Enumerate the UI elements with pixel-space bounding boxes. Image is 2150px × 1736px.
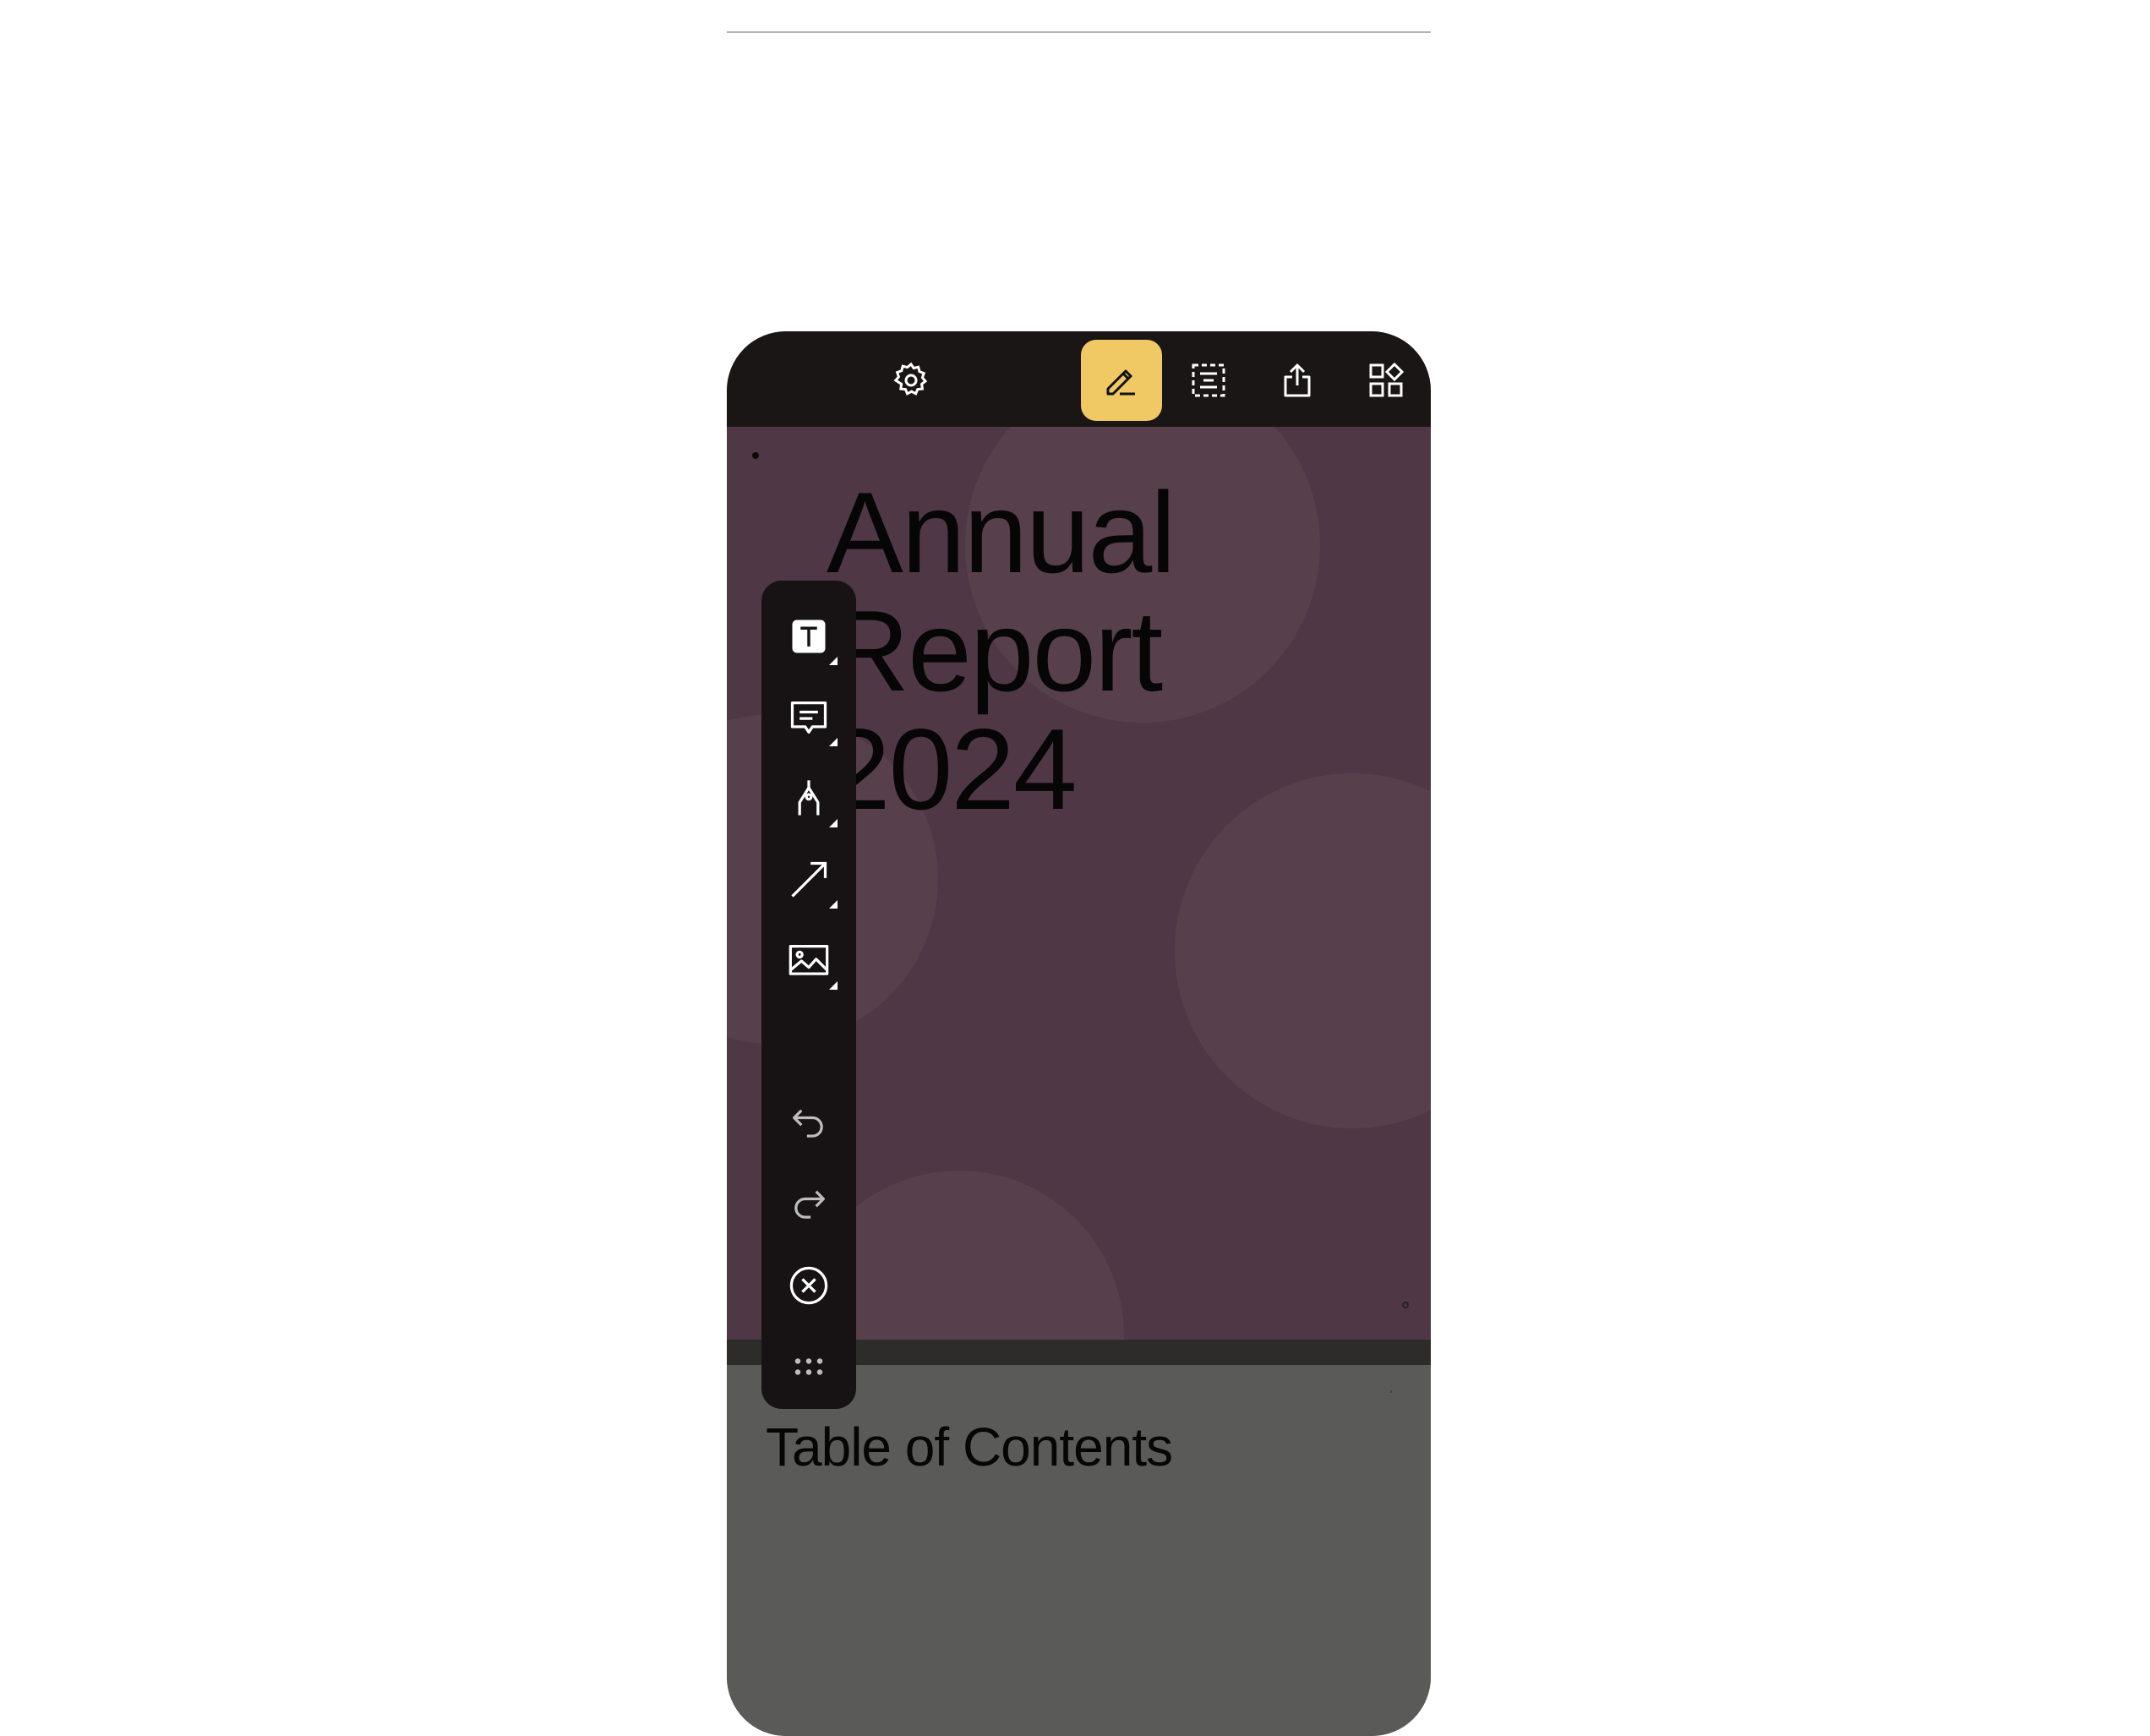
- text-selection-icon: [1192, 363, 1225, 397]
- close-toolbar-button[interactable]: [777, 1253, 841, 1318]
- cover-title: Annual Report 2024: [827, 468, 1176, 833]
- pencil-icon: [1106, 369, 1135, 396]
- image-icon: [789, 945, 829, 975]
- submenu-indicator: [829, 738, 838, 746]
- redo-button[interactable]: [777, 1172, 841, 1236]
- image-tool-button[interactable]: [777, 929, 841, 993]
- annotation-toolbar: [761, 581, 856, 1409]
- settings-button[interactable]: [870, 340, 952, 421]
- page-marker-dot: [752, 452, 759, 459]
- undo-button[interactable]: [777, 1091, 841, 1155]
- share-button[interactable]: [1257, 340, 1338, 421]
- contents-page: ᵌ Table of Contents: [727, 1365, 1431, 1736]
- submenu-indicator: [829, 981, 838, 990]
- page-mark: ᵌ: [1389, 1389, 1392, 1396]
- pen-tool-icon: [798, 780, 820, 816]
- title-line: Report: [827, 587, 1163, 715]
- drag-handle-icon: [794, 1358, 823, 1375]
- thumbnails-icon: [1369, 362, 1405, 397]
- submenu-indicator: [829, 819, 838, 827]
- contents-heading: Table of Contents: [766, 1417, 1173, 1477]
- submenu-indicator: [829, 900, 838, 909]
- text-tool-icon: [792, 620, 826, 653]
- top-divider: [727, 31, 1431, 33]
- title-line: Annual: [827, 468, 1176, 597]
- comment-icon: [790, 701, 827, 734]
- share-icon: [1284, 363, 1311, 397]
- title-line: 2024: [827, 705, 1078, 833]
- text-tool-button[interactable]: [777, 604, 841, 669]
- thumbnails-button[interactable]: [1345, 340, 1427, 421]
- annotate-button[interactable]: [1081, 340, 1162, 421]
- line-tool-button[interactable]: [777, 848, 841, 912]
- redo-icon: [794, 1190, 825, 1219]
- pen-tool-button[interactable]: [777, 767, 841, 831]
- submenu-indicator: [829, 657, 838, 665]
- document-viewer: Annual Report 2024 ᵌ Table of Contents: [727, 331, 1431, 1736]
- comment-tool-button[interactable]: [777, 685, 841, 750]
- undo-icon: [793, 1109, 823, 1138]
- page-marker-ring: [1402, 1302, 1409, 1308]
- decorative-circle: [1175, 773, 1431, 1128]
- drag-handle[interactable]: [777, 1335, 841, 1399]
- text-selection-button[interactable]: [1168, 340, 1249, 421]
- top-toolbar: [727, 331, 1431, 427]
- close-icon: [789, 1266, 828, 1305]
- line-arrow-icon: [791, 861, 827, 898]
- gear-icon: [893, 362, 928, 396]
